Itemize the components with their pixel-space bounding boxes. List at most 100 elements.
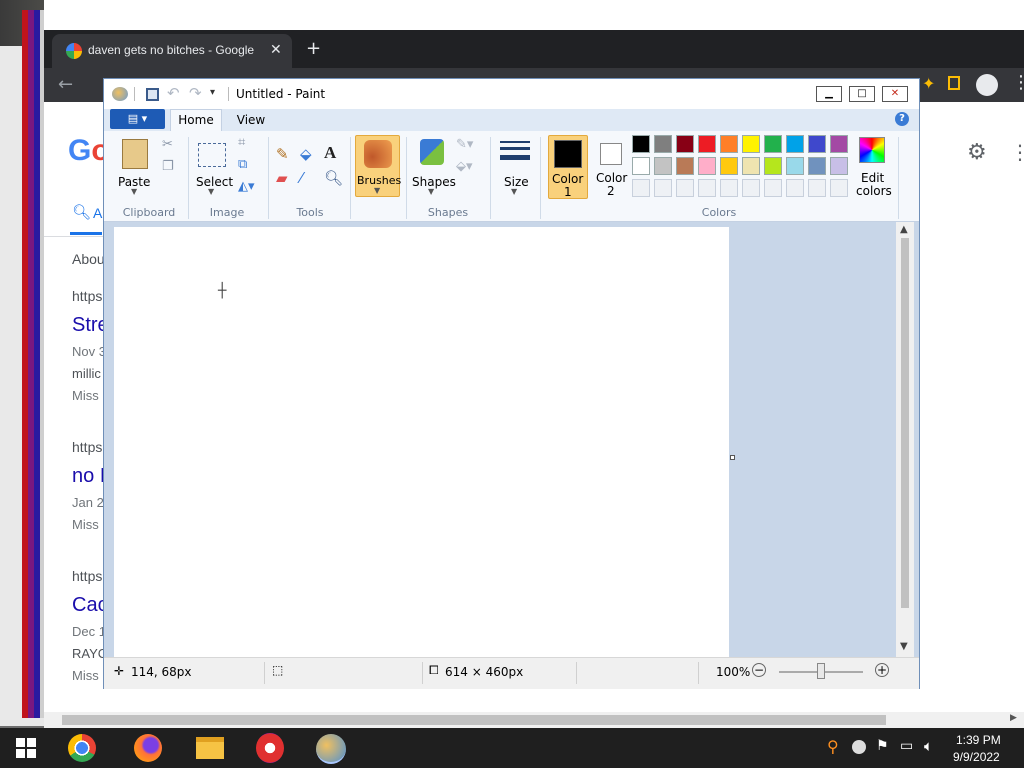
result-url[interactable]: https — [72, 568, 102, 584]
copy-icon[interactable]: ❐ — [162, 159, 174, 174]
scroll-down-arrow-icon[interactable]: ▼ — [900, 641, 908, 652]
clock-time[interactable]: 1:39 PM — [956, 733, 1001, 747]
profile-icon[interactable] — [976, 74, 998, 96]
custom-color-slot[interactable] — [698, 179, 716, 197]
clock-date[interactable]: 9/9/2022 — [953, 750, 1000, 764]
size-button[interactable]: Size ▼ — [496, 135, 534, 197]
paint-taskbar-icon[interactable] — [316, 734, 346, 764]
zoom-out-icon[interactable]: − — [752, 663, 766, 677]
text-icon[interactable]: A — [324, 143, 344, 163]
windows-start-icon[interactable] — [16, 738, 36, 758]
custom-color-slot[interactable] — [808, 179, 826, 197]
undo-icon[interactable]: ↶ — [167, 84, 180, 102]
help-icon[interactable]: ? — [895, 112, 909, 126]
app-taskbar-icon[interactable] — [256, 733, 284, 763]
paint-title-bar[interactable]: ↶ ↷ ▾ Untitled - Paint ▁ □ ✕ — [104, 79, 919, 109]
custom-color-slot[interactable] — [764, 179, 782, 197]
pencil-icon[interactable]: ✎ — [276, 145, 296, 165]
palette-swatch[interactable] — [830, 135, 848, 153]
palette-swatch[interactable] — [808, 135, 826, 153]
palette-swatch[interactable] — [720, 157, 738, 175]
palette-swatch[interactable] — [764, 135, 782, 153]
palette-swatch[interactable] — [742, 157, 760, 175]
shapes-button[interactable]: Shapes ▼ — [412, 135, 456, 197]
palette-swatch[interactable] — [786, 135, 804, 153]
chrome-tab[interactable]: daven gets no bitches - Google ✕ — [52, 34, 292, 68]
brushes-button[interactable]: Brushes ▼ — [355, 135, 401, 197]
chrome-taskbar-icon[interactable] — [68, 734, 96, 762]
palette-swatch[interactable] — [632, 135, 650, 153]
palette-swatch[interactable] — [742, 135, 760, 153]
palette-swatch[interactable] — [786, 157, 804, 175]
custom-color-slot[interactable] — [786, 179, 804, 197]
tray-icon[interactable] — [852, 740, 866, 754]
eraser-icon[interactable]: ▰ — [276, 169, 296, 189]
palette-swatch[interactable] — [654, 157, 672, 175]
color1-button[interactable]: Color 1 — [548, 135, 588, 199]
file-explorer-taskbar-icon[interactable] — [196, 737, 224, 759]
zoom-in-icon[interactable]: + — [875, 663, 889, 677]
save-icon[interactable] — [146, 88, 159, 101]
scroll-right-arrow-icon[interactable]: ▶ — [1010, 713, 1017, 723]
flag-tray-icon[interactable]: ⚑ — [876, 738, 889, 754]
result-title[interactable]: no I — [72, 465, 105, 488]
network-tray-icon[interactable]: ▭ — [900, 738, 913, 754]
drawing-canvas[interactable]: ┼ — [114, 227, 729, 657]
palette-swatch[interactable] — [676, 135, 694, 153]
firefox-taskbar-icon[interactable] — [134, 734, 162, 762]
paste-button[interactable]: Paste ▼ — [112, 135, 158, 197]
canvas-resize-handle[interactable] — [730, 455, 735, 460]
menu-dots-icon[interactable]: ⋮ — [1012, 72, 1024, 93]
zoom-slider-thumb[interactable] — [817, 663, 825, 679]
all-results-tab[interactable]: A — [93, 205, 102, 221]
horizontal-scrollbar[interactable]: ▶ — [44, 712, 1024, 728]
custom-color-slot[interactable] — [654, 179, 672, 197]
vertical-scrollbar[interactable]: ▲ ▼ — [896, 222, 914, 657]
palette-swatch[interactable] — [720, 135, 738, 153]
cut-icon[interactable]: ✂ — [162, 137, 173, 152]
search-tray-icon[interactable]: ⚲ — [827, 737, 839, 756]
palette-swatch[interactable] — [830, 157, 848, 175]
palette-swatch[interactable] — [632, 157, 650, 175]
crop-icon[interactable]: ⌗ — [238, 135, 245, 150]
scroll-up-arrow-icon[interactable]: ▲ — [900, 224, 908, 235]
result-url[interactable]: https — [72, 439, 102, 455]
minimize-button[interactable]: ▁ — [816, 86, 842, 102]
maximize-button[interactable]: □ — [849, 86, 875, 102]
fill-bucket-icon[interactable]: ⬙ — [300, 145, 320, 165]
color2-button[interactable]: Color 2 — [592, 135, 630, 199]
search-icon[interactable]: 🔍︎ — [72, 203, 91, 221]
extension-icon[interactable]: ✦ — [922, 74, 935, 93]
custom-color-slot[interactable] — [830, 179, 848, 197]
custom-color-slot[interactable] — [720, 179, 738, 197]
scrollbar-thumb[interactable] — [901, 238, 909, 608]
palette-swatch[interactable] — [808, 157, 826, 175]
palette-swatch[interactable] — [676, 157, 694, 175]
tab-view[interactable]: View — [228, 109, 274, 131]
close-button[interactable]: ✕ — [882, 86, 908, 102]
rotate-icon[interactable]: ◭▾ — [238, 179, 255, 194]
scrollbar-thumb[interactable] — [62, 715, 886, 725]
volume-tray-icon[interactable]: 🔈︎ — [924, 737, 933, 755]
back-arrow-icon[interactable]: ← — [58, 74, 73, 95]
color-picker-icon[interactable]: ⁄ — [300, 169, 320, 189]
file-menu-button[interactable]: ▤ ▾ — [110, 109, 165, 129]
redo-icon[interactable]: ↷ — [189, 84, 202, 102]
select-button[interactable]: Select ▼ — [194, 135, 233, 197]
custom-color-slot[interactable] — [676, 179, 694, 197]
apps-dots-icon[interactable]: ⋮ — [1010, 140, 1024, 164]
custom-color-slot[interactable] — [742, 179, 760, 197]
outline-icon[interactable]: ✎▾ — [456, 137, 473, 152]
resize-icon[interactable]: ⧉ — [238, 157, 247, 172]
close-icon[interactable]: ✕ — [270, 41, 282, 58]
side-panel-icon[interactable] — [948, 76, 960, 90]
fill-icon[interactable]: ⬙▾ — [456, 159, 473, 174]
palette-swatch[interactable] — [764, 157, 782, 175]
edit-colors-button[interactable]: Edit colors — [852, 135, 892, 199]
new-tab-icon[interactable]: + — [306, 38, 321, 59]
settings-gear-icon[interactable]: ⚙ — [967, 140, 987, 165]
palette-swatch[interactable] — [654, 135, 672, 153]
palette-swatch[interactable] — [698, 157, 716, 175]
custom-color-slot[interactable] — [632, 179, 650, 197]
palette-swatch[interactable] — [698, 135, 716, 153]
